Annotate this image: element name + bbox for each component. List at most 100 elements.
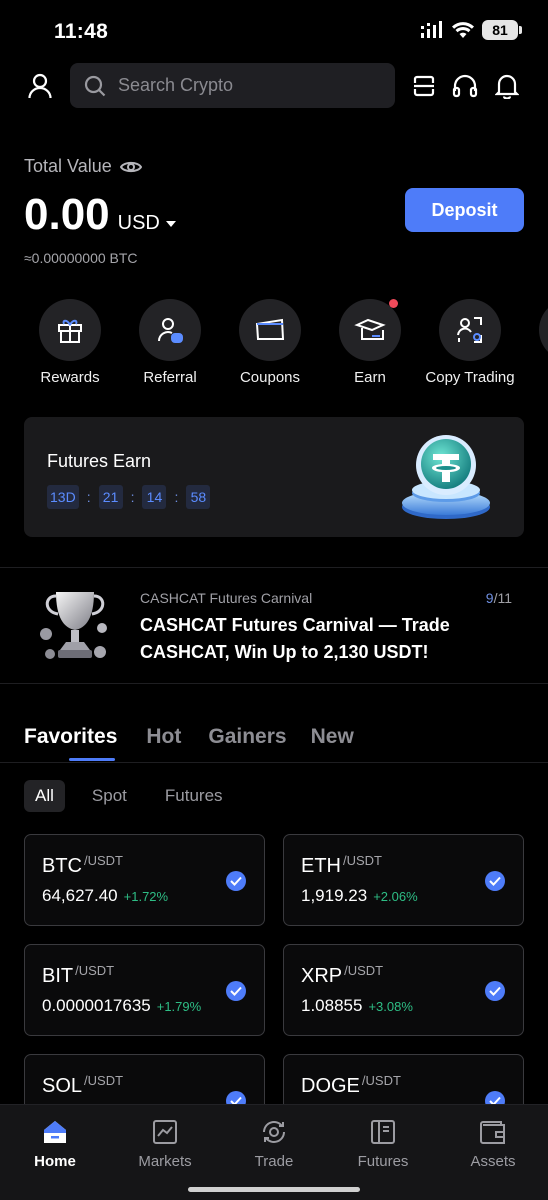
coin-symbol-wrap: BTC/USDT xyxy=(42,853,123,878)
nav-label: Trade xyxy=(254,1153,294,1170)
shortcut-coupons[interactable]: Coupons xyxy=(220,299,320,386)
support-button[interactable] xyxy=(447,68,483,104)
filter-tabs: All Spot Futures xyxy=(24,780,250,812)
coin-price: 0.0000017635 xyxy=(42,996,151,1015)
filter-futures[interactable]: Futures xyxy=(154,780,234,812)
divider xyxy=(0,567,548,568)
coin-price: 1,919.23 xyxy=(301,886,368,905)
coin-symbol: BIT xyxy=(42,965,74,987)
status-icons: 81 xyxy=(420,20,522,40)
favorite-check-icon[interactable] xyxy=(226,981,246,1001)
eye-icon[interactable] xyxy=(119,159,142,175)
coin-pair: /USDT xyxy=(84,1073,124,1088)
favorite-check-icon[interactable] xyxy=(485,981,505,1001)
coin-symbol: DOGE xyxy=(301,1075,360,1097)
coin-change: +1.79% xyxy=(156,999,202,1014)
nav-futures[interactable]: Futures xyxy=(328,1119,438,1170)
shortcut-earn[interactable]: Earn xyxy=(320,299,420,386)
shortcut-row: Rewards Referral Coupons Earn Copy Tradi… xyxy=(0,299,548,399)
coin-card-bit[interactable]: BIT/USDT 0.0000017635 +1.79% xyxy=(24,944,265,1036)
favorite-check-icon[interactable] xyxy=(226,871,246,891)
shortcut-copy-trading[interactable]: Copy Trading xyxy=(420,299,520,386)
coin-symbol-wrap: ETH/USDT xyxy=(301,853,382,878)
tab-favorites[interactable]: Favorites xyxy=(24,725,117,761)
profile-button[interactable] xyxy=(22,68,58,104)
announcement-total: /11 xyxy=(493,590,512,606)
nav-label: Home xyxy=(34,1153,76,1170)
countdown-timer: 13D : 21 : 14 : 58 xyxy=(47,485,211,509)
coin-symbol: XRP xyxy=(301,965,343,987)
nav-trade[interactable]: Trade xyxy=(219,1119,329,1170)
coin-pair: /USDT xyxy=(84,853,123,868)
markets-icon xyxy=(153,1120,177,1144)
trade-icon xyxy=(263,1121,285,1143)
scan-button[interactable] xyxy=(406,68,442,104)
coin-price-wrap: 1,919.23 +2.06% xyxy=(301,886,418,906)
nav-label: Futures xyxy=(357,1153,409,1170)
wallet-icon xyxy=(480,1121,505,1144)
nav-markets[interactable]: Markets xyxy=(110,1119,220,1170)
search-input[interactable] xyxy=(118,75,368,96)
coin-card-eth[interactable]: ETH/USDT 1,919.23 +2.06% xyxy=(283,834,524,926)
search-icon xyxy=(84,75,106,96)
coin-symbol: ETH xyxy=(301,855,341,877)
currency-label: USD xyxy=(117,212,160,234)
favorite-check-icon[interactable] xyxy=(485,871,505,891)
shortcut-referral[interactable]: Referral xyxy=(120,299,220,386)
deposit-button[interactable]: Deposit xyxy=(405,188,524,232)
shortcut-label: Referral xyxy=(143,369,197,386)
coin-pair: /USDT xyxy=(75,963,115,978)
shortcut-more[interactable]: Ki xyxy=(520,299,548,386)
nav-label: Assets xyxy=(470,1153,516,1170)
bottom-navigation: Home Markets Trade Futures Assets xyxy=(0,1104,548,1200)
tab-hot[interactable]: Hot xyxy=(146,725,181,761)
countdown-minutes: 14 xyxy=(142,485,167,509)
nav-home[interactable]: Home xyxy=(0,1119,110,1170)
signal-icon xyxy=(421,21,442,38)
currency-selector[interactable]: USD xyxy=(118,212,176,235)
copy-trading-icon xyxy=(457,317,482,343)
coin-price: 1.08855 xyxy=(301,996,363,1015)
coin-price-wrap: 0.0000017635 +1.79% xyxy=(42,996,201,1016)
shortcut-label: Copy Trading xyxy=(425,369,515,386)
coin-symbol: BTC xyxy=(42,855,82,877)
coin-change: +2.06% xyxy=(373,889,418,904)
notifications-button[interactable] xyxy=(489,68,525,104)
status-bar: 11:48 81 xyxy=(0,0,548,60)
countdown-seconds: 58 xyxy=(186,485,211,509)
shortcut-icon-wrap xyxy=(239,299,301,361)
headset-icon xyxy=(452,74,478,98)
filter-spot[interactable]: Spot xyxy=(81,780,138,812)
coin-pair: /USDT xyxy=(361,1073,401,1088)
shortcut-rewards[interactable]: Rewards xyxy=(20,299,120,386)
tab-new[interactable]: New xyxy=(311,725,354,761)
announcement-title[interactable]: CASHCAT Futures Carnival — Trade CASHCAT… xyxy=(140,612,510,666)
shortcut-label: Coupons xyxy=(239,369,301,386)
countdown-separator: : xyxy=(174,489,179,505)
search-bar[interactable] xyxy=(70,63,395,108)
total-value-text: Total Value xyxy=(24,156,112,176)
coin-card-btc[interactable]: BTC/USDT 64,627.40 +1.72% xyxy=(24,834,265,926)
earn-icon xyxy=(354,318,386,340)
nav-assets[interactable]: Assets xyxy=(438,1119,548,1170)
coin-symbol: SOL xyxy=(42,1075,83,1097)
filter-all[interactable]: All xyxy=(24,780,65,812)
futures-earn-banner[interactable]: Futures Earn 13D : 21 : 14 : 58 xyxy=(24,417,524,537)
countdown-days: 13D xyxy=(47,485,79,509)
shortcut-icon-wrap xyxy=(139,299,201,361)
coupon-icon xyxy=(255,318,285,340)
total-value-amount: 0.00 xyxy=(24,190,110,239)
coin-price-wrap: 64,627.40 +1.72% xyxy=(42,886,168,906)
caret-down-icon xyxy=(165,220,176,227)
tab-gainers[interactable]: Gainers xyxy=(208,725,286,761)
countdown-hours: 21 xyxy=(98,485,123,509)
home-indicator xyxy=(188,1187,360,1192)
shortcut-icon-wrap xyxy=(439,299,501,361)
btc-equivalent: ≈0.00000000 BTC xyxy=(24,250,138,266)
futures-icon xyxy=(371,1120,395,1144)
coin-card-xrp[interactable]: XRP/USDT 1.08855 +3.08% xyxy=(283,944,524,1036)
countdown-separator: : xyxy=(86,489,91,505)
shortcut-icon-wrap xyxy=(539,299,548,361)
announcement-index: 9 xyxy=(485,590,494,606)
coin-symbol-wrap: SOL/USDT xyxy=(42,1073,124,1098)
